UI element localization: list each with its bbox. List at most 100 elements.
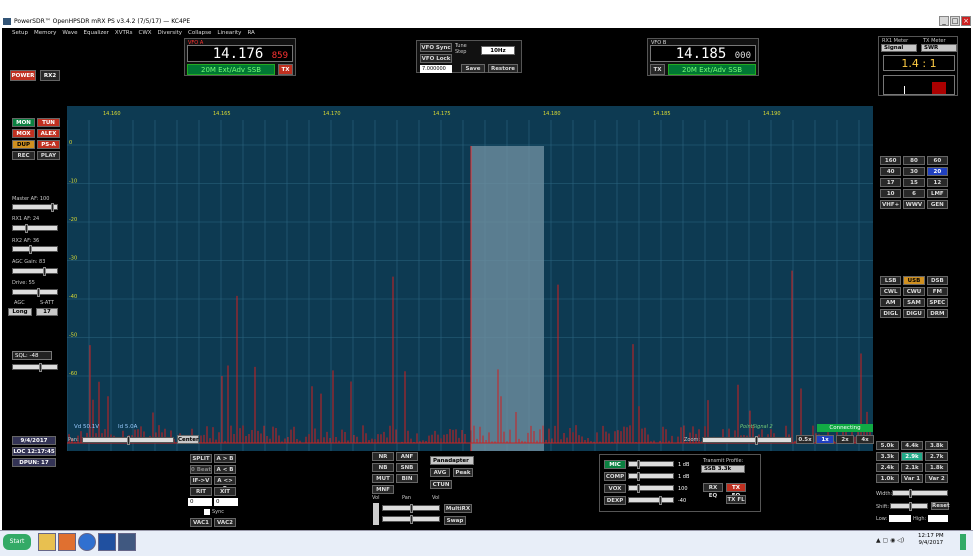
menu-memory[interactable]: Memory bbox=[34, 28, 56, 38]
tx-filter-button[interactable]: TX FL bbox=[726, 495, 746, 504]
xit-value[interactable]: 0 bbox=[214, 498, 238, 506]
dsp-bin-button[interactable]: BIN bbox=[396, 474, 418, 483]
avg-button[interactable]: AVG bbox=[430, 468, 450, 477]
left-rec-button[interactable]: REC bbox=[12, 151, 35, 160]
rx-meter-select[interactable]: Signal bbox=[881, 44, 917, 52]
filter-5.0k-button[interactable]: 5.0k bbox=[876, 441, 899, 450]
zoom-4x-button[interactable]: 4x bbox=[856, 435, 874, 444]
menu-wave[interactable]: Wave bbox=[62, 28, 77, 38]
agc-mode-select[interactable]: Long bbox=[8, 308, 32, 316]
left-ps-a-button[interactable]: PS-A bbox=[37, 140, 60, 149]
squelch-slider[interactable] bbox=[12, 363, 58, 372]
tx-comp-button[interactable]: COMP bbox=[604, 472, 626, 481]
filter-2.1k-button[interactable]: 2.1k bbox=[900, 463, 924, 472]
zoom-slider[interactable] bbox=[702, 436, 792, 445]
left-mox-button[interactable]: MOX bbox=[12, 129, 35, 138]
save-button[interactable]: Save bbox=[461, 64, 485, 73]
rx2-button[interactable]: RX2 bbox=[40, 70, 60, 81]
tune-step-select[interactable]: 10Hz bbox=[481, 46, 515, 55]
dsp-mnf-button[interactable]: MNF bbox=[372, 485, 394, 494]
rit-value[interactable]: 0 bbox=[188, 498, 212, 506]
media-player-icon[interactable] bbox=[58, 533, 76, 551]
band-60-button[interactable]: 60 bbox=[926, 156, 948, 165]
filter-4.4k-button[interactable]: 4.4k bbox=[900, 441, 924, 450]
filter-3.3k-button[interactable]: 3.3k bbox=[876, 452, 899, 461]
mode-digu-button[interactable]: DIGU bbox=[903, 309, 925, 318]
mode-drm-button[interactable]: DRM bbox=[926, 309, 948, 318]
band-15-button[interactable]: 15 bbox=[903, 178, 925, 187]
low-field[interactable] bbox=[889, 515, 911, 522]
pan-slider[interactable] bbox=[82, 436, 174, 445]
power-button[interactable]: POWER bbox=[10, 70, 36, 81]
dsp-anf-button[interactable]: ANF bbox=[396, 452, 418, 461]
rx-eq-button[interactable]: RX EQ bbox=[703, 483, 723, 499]
zoom-1x-button[interactable]: 1x bbox=[816, 435, 834, 444]
shift-slider[interactable] bbox=[890, 502, 928, 511]
transmit-profile-select[interactable]: SSB 3.3k CFC bbox=[701, 465, 745, 479]
filter-2.7k-button[interactable]: 2.7k bbox=[925, 452, 948, 461]
panadapter-display[interactable]: 0 -10 -20 -30 -40 -50 -60 14.160 14.165 14.170 14.… bbox=[67, 106, 873, 451]
menu-cwx[interactable]: CWX bbox=[139, 28, 152, 38]
vfo-a-frequency[interactable]: 14.176 859 bbox=[187, 45, 293, 62]
menu-equalizer[interactable]: Equalizer bbox=[84, 28, 109, 38]
mode-sam-button[interactable]: SAM bbox=[903, 298, 925, 307]
width-slider[interactable] bbox=[892, 489, 948, 498]
dsp-nr-button[interactable]: NR bbox=[372, 452, 394, 461]
vfo-sync-button[interactable]: VFO Sync bbox=[420, 43, 452, 52]
display-mode-select[interactable]: Panadapter bbox=[430, 456, 474, 465]
band-vhfplus-button[interactable]: VHF+ bbox=[880, 200, 902, 209]
a-to-b-button[interactable]: A > B bbox=[214, 454, 236, 463]
folder-icon[interactable] bbox=[38, 533, 56, 551]
rx1-af-slider[interactable] bbox=[12, 224, 58, 233]
rx-pan-slider[interactable] bbox=[382, 504, 440, 513]
tx-vox-button[interactable]: VOX bbox=[604, 484, 626, 493]
squelch-label[interactable]: SQL: -48 bbox=[12, 351, 52, 360]
vfo-b-tx-button[interactable]: TX bbox=[650, 64, 665, 75]
tx-dexp-slider[interactable] bbox=[628, 496, 674, 505]
filter-2.4k-button[interactable]: 2.4k bbox=[876, 463, 899, 472]
band-wwv-button[interactable]: WWV bbox=[903, 200, 925, 209]
ctun-button[interactable]: CTUN bbox=[430, 480, 452, 489]
rx2-af-slider[interactable] bbox=[12, 245, 58, 254]
band-30-button[interactable]: 30 bbox=[903, 167, 925, 176]
menu-collapse[interactable]: Collapse bbox=[188, 28, 211, 38]
mode-lsb-button[interactable]: LSB bbox=[880, 276, 902, 285]
filter-var-1-button[interactable]: Var 1 bbox=[900, 474, 924, 483]
zoom-2x-button[interactable]: 2x bbox=[836, 435, 854, 444]
tx-meter-select[interactable]: SWR bbox=[921, 44, 957, 52]
mode-fm-button[interactable]: FM bbox=[926, 287, 948, 296]
band-17-button[interactable]: 17 bbox=[880, 178, 902, 187]
band-20-button[interactable]: 20 bbox=[926, 167, 948, 176]
filter-1.8k-button[interactable]: 1.8k bbox=[925, 463, 948, 472]
tx-mic-button[interactable]: MIC bbox=[604, 460, 626, 469]
vac1-button[interactable]: VAC1 bbox=[190, 518, 212, 527]
left-play-button[interactable]: PLAY bbox=[37, 151, 60, 160]
powersdr-taskbar-icon[interactable] bbox=[98, 533, 116, 551]
minimize-button[interactable]: _ bbox=[939, 16, 949, 26]
vfo-lock-button[interactable]: VFO Lock bbox=[420, 54, 452, 63]
mode-am-button[interactable]: AM bbox=[880, 298, 902, 307]
restore-button[interactable]: Restore bbox=[488, 64, 518, 73]
swap-button[interactable]: Swap bbox=[444, 516, 466, 525]
left-dup-button[interactable]: DUP bbox=[12, 140, 35, 149]
agc-gain-slider[interactable] bbox=[12, 267, 58, 276]
master-af-slider[interactable] bbox=[12, 203, 58, 212]
mode-usb-button[interactable]: USB bbox=[903, 276, 925, 285]
show-desktop[interactable] bbox=[960, 534, 966, 550]
multirx-button[interactable]: MultiRX bbox=[444, 504, 472, 513]
mode-spec-button[interactable]: SPEC bbox=[926, 298, 948, 307]
satt-spinner[interactable]: 17 bbox=[36, 308, 58, 316]
band-12-button[interactable]: 12 bbox=[926, 178, 948, 187]
menu-ra[interactable]: RA bbox=[247, 28, 254, 38]
app-taskbar-icon[interactable] bbox=[118, 533, 136, 551]
mode-dsb-button[interactable]: DSB bbox=[926, 276, 948, 285]
tx-vox-slider[interactable] bbox=[628, 484, 674, 493]
zero-beat-button[interactable]: 0 Beat bbox=[190, 465, 212, 474]
left-alex-button[interactable]: ALEX bbox=[37, 129, 60, 138]
high-field[interactable] bbox=[928, 515, 948, 522]
menu-xvtrs[interactable]: XVTRs bbox=[115, 28, 133, 38]
dsp-nb-button[interactable]: NB bbox=[372, 463, 394, 472]
filter-3.8k-button[interactable]: 3.8k bbox=[925, 441, 948, 450]
close-button[interactable]: × bbox=[961, 16, 971, 26]
xit-button[interactable]: XIT bbox=[214, 487, 236, 496]
